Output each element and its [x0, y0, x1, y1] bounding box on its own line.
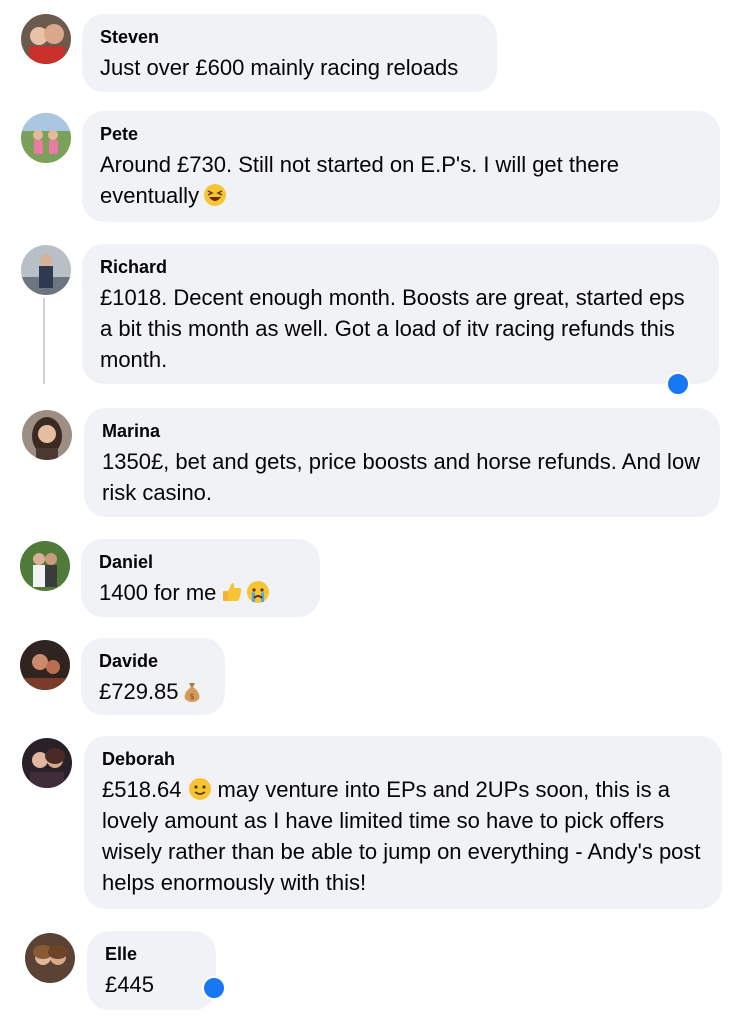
avatar[interactable]: [21, 245, 71, 295]
commenter-name[interactable]: Marina: [102, 420, 702, 442]
avatar[interactable]: [22, 410, 72, 460]
comment-text: £1018. Decent enough month. Boosts are g…: [100, 285, 685, 372]
like-reaction-icon[interactable]: [202, 976, 226, 1000]
comment-bubble: Daniel 1400 for me: [81, 539, 320, 617]
comment-bubble: Steven Just over £600 mainly racing relo…: [82, 14, 497, 92]
avatar[interactable]: [22, 738, 72, 788]
comment-bubble: Richard £1018. Decent enough month. Boos…: [82, 244, 719, 384]
commenter-name[interactable]: Elle: [105, 943, 198, 965]
comment-bubble: Deborah £518.64 may venture into EPs and …: [84, 736, 722, 909]
like-reaction-icon[interactable]: [666, 372, 690, 396]
avatar[interactable]: [25, 933, 75, 983]
comment-amount: £518.64: [102, 777, 182, 802]
avatar[interactable]: [20, 640, 70, 690]
avatar[interactable]: [21, 14, 71, 64]
comment-bubble: Elle £445: [87, 931, 216, 1010]
commenter-name[interactable]: Steven: [100, 26, 479, 48]
comment-bubble: Marina 1350£, bet and gets, price boosts…: [84, 408, 720, 517]
laughing-face-icon: [203, 183, 227, 207]
commenter-name[interactable]: Davide: [99, 650, 207, 672]
commenter-name[interactable]: Deborah: [102, 748, 704, 770]
comment-text: 1400 for me: [99, 580, 217, 605]
thread-line: [43, 298, 45, 384]
smiling-face-icon: [188, 777, 212, 801]
comment-text: Around £730. Still not started on E.P's.…: [100, 152, 620, 208]
comment-text: £729.85: [99, 679, 179, 704]
thumbs-up-icon: [220, 580, 244, 604]
comment-bubble: Pete Around £730. Still not started on E…: [82, 111, 720, 222]
comment-text: £445: [105, 972, 154, 997]
commenter-name[interactable]: Richard: [100, 256, 701, 278]
comment-text: 1350£, bet and gets, price boosts and ho…: [102, 449, 701, 505]
commenter-name[interactable]: Daniel: [99, 551, 302, 573]
commenter-name[interactable]: Pete: [100, 123, 702, 145]
avatar[interactable]: [20, 541, 70, 591]
comment-text: Just over £600 mainly racing reloads: [100, 55, 459, 80]
money-bag-icon: $: [180, 679, 204, 703]
crying-face-icon: [246, 580, 270, 604]
svg-text:$: $: [189, 692, 194, 701]
comment-bubble: Davide £729.85 $: [81, 638, 225, 715]
avatar[interactable]: [21, 113, 71, 163]
